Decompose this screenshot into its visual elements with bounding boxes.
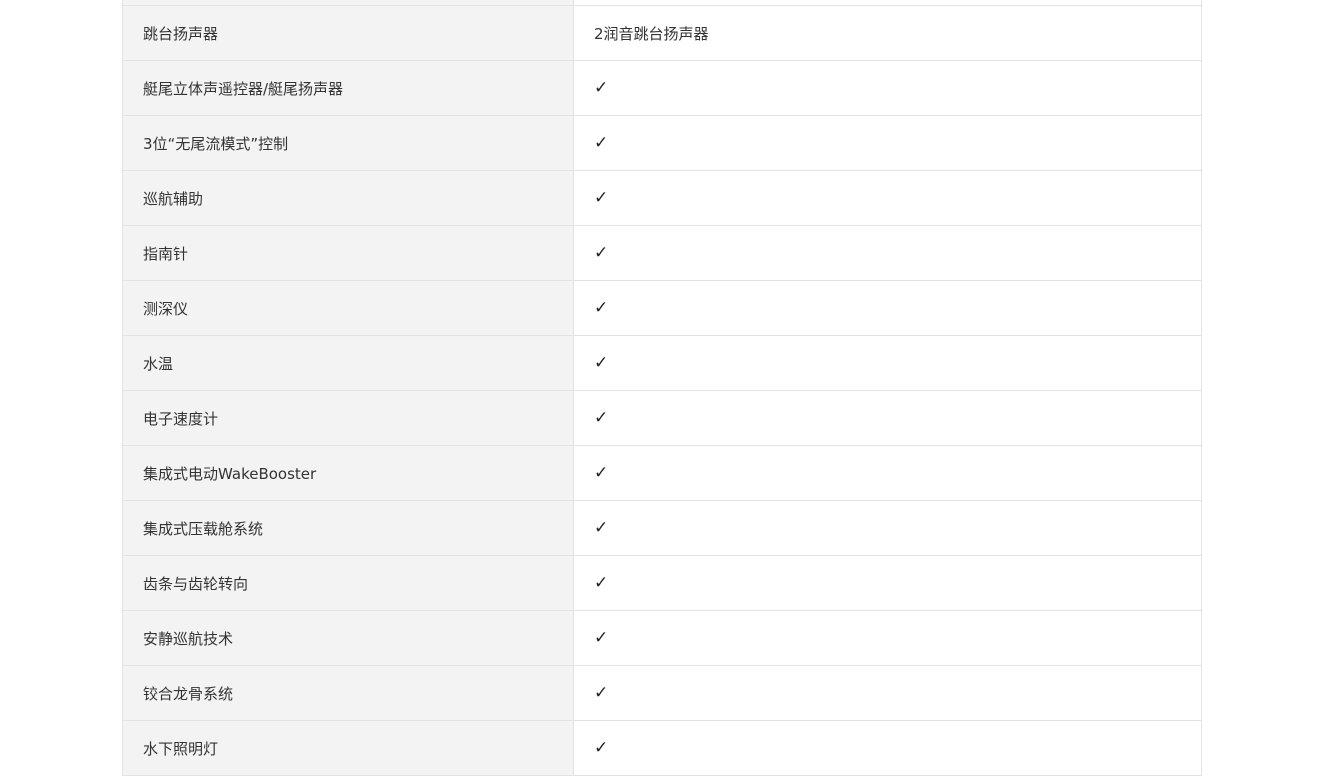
- table-row: 齿条与齿轮转向 ✓: [122, 555, 1202, 611]
- spec-label: 3位“无尾流模式”控制: [122, 115, 574, 171]
- table-row: 指南针 ✓: [122, 225, 1202, 281]
- table-row: 水温 ✓: [122, 335, 1202, 391]
- spec-value: ✓: [573, 555, 1202, 611]
- spec-label: 水下照明灯: [122, 720, 574, 776]
- spec-table-body: 跳台扬声器 2润音跳台扬声器 艇尾立体声遥控器/艇尾扬声器 ✓ 3位“无尾流模式…: [122, 0, 1202, 776]
- check-icon: ✓: [594, 573, 609, 593]
- spec-label: 指南针: [122, 225, 574, 281]
- spec-table: 跳台扬声器 2润音跳台扬声器 艇尾立体声遥控器/艇尾扬声器 ✓ 3位“无尾流模式…: [122, 0, 1202, 776]
- spec-label: 安静巡航技术: [122, 610, 574, 666]
- check-icon: ✓: [594, 628, 609, 648]
- spec-value: ✓: [573, 720, 1202, 776]
- table-row: 集成式压载舱系统 ✓: [122, 500, 1202, 556]
- spec-label: 铰合龙骨系统: [122, 665, 574, 721]
- spec-value: ✓: [573, 390, 1202, 446]
- table-row: 测深仪 ✓: [122, 280, 1202, 336]
- check-icon: ✓: [594, 188, 609, 208]
- table-row: 跳台扬声器 2润音跳台扬声器: [122, 5, 1202, 61]
- spec-label: 电子速度计: [122, 390, 574, 446]
- spec-label: 艇尾立体声遥控器/艇尾扬声器: [122, 60, 574, 116]
- spec-value: ✓: [573, 115, 1202, 171]
- spec-value: ✓: [573, 335, 1202, 391]
- spec-table-container: 跳台扬声器 2润音跳台扬声器 艇尾立体声遥控器/艇尾扬声器 ✓ 3位“无尾流模式…: [122, 0, 1202, 776]
- spec-value: ✓: [573, 60, 1202, 116]
- check-icon: ✓: [594, 408, 609, 428]
- check-icon: ✓: [594, 353, 609, 373]
- check-icon: ✓: [594, 298, 609, 318]
- check-icon: ✓: [594, 243, 609, 263]
- spec-value: ✓: [573, 170, 1202, 226]
- table-row: 电子速度计 ✓: [122, 390, 1202, 446]
- check-icon: ✓: [594, 463, 609, 483]
- spec-value: 2润音跳台扬声器: [573, 5, 1202, 61]
- spec-value: ✓: [573, 610, 1202, 666]
- spec-value: ✓: [573, 445, 1202, 501]
- spec-label: 巡航辅助: [122, 170, 574, 226]
- table-row: 水下照明灯 ✓: [122, 720, 1202, 776]
- spec-value: ✓: [573, 280, 1202, 336]
- table-row: 3位“无尾流模式”控制 ✓: [122, 115, 1202, 171]
- table-row: 安静巡航技术 ✓: [122, 610, 1202, 666]
- spec-label: 集成式电动WakeBooster: [122, 445, 574, 501]
- check-icon: ✓: [594, 518, 609, 538]
- table-row: 巡航辅助 ✓: [122, 170, 1202, 226]
- spec-label: 集成式压载舱系统: [122, 500, 574, 556]
- table-row: 艇尾立体声遥控器/艇尾扬声器 ✓: [122, 60, 1202, 116]
- spec-label: 水温: [122, 335, 574, 391]
- table-row: 集成式电动WakeBooster ✓: [122, 445, 1202, 501]
- spec-label: 跳台扬声器: [122, 5, 574, 61]
- check-icon: ✓: [594, 78, 609, 98]
- spec-value: ✓: [573, 225, 1202, 281]
- check-icon: ✓: [594, 683, 609, 703]
- check-icon: ✓: [594, 133, 609, 153]
- spec-label: 测深仪: [122, 280, 574, 336]
- spec-value: ✓: [573, 500, 1202, 556]
- spec-value: ✓: [573, 665, 1202, 721]
- check-icon: ✓: [594, 738, 609, 758]
- spec-label: 齿条与齿轮转向: [122, 555, 574, 611]
- table-row: 铰合龙骨系统 ✓: [122, 665, 1202, 721]
